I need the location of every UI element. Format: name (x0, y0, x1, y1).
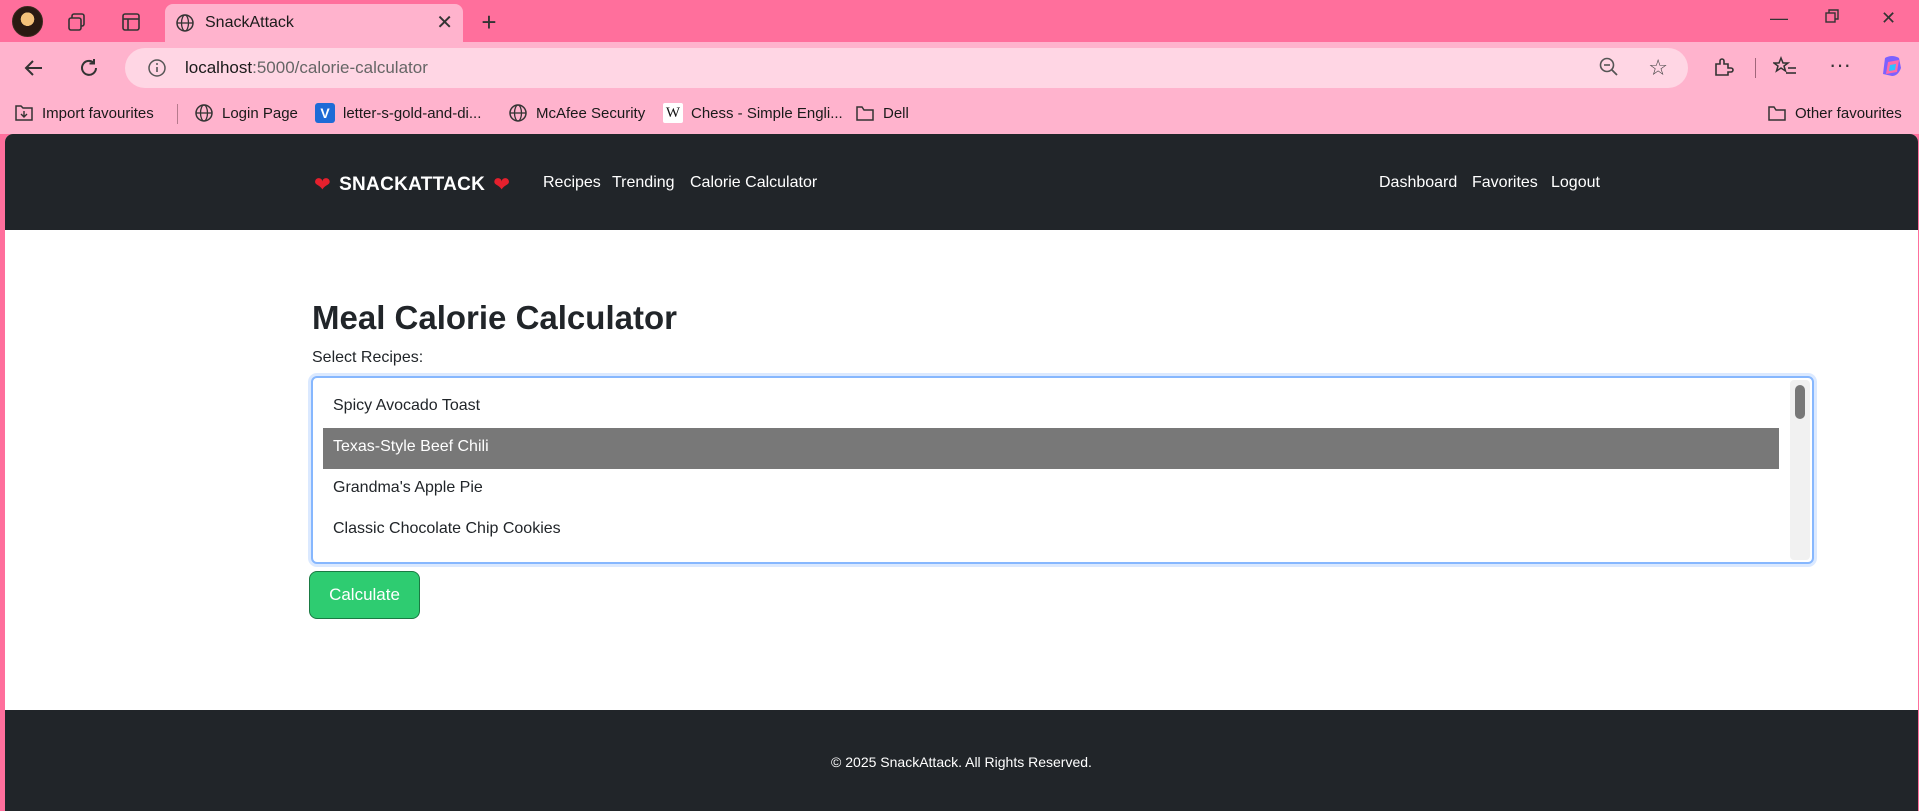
bookmark-other-favourites[interactable]: Other favourites (1767, 103, 1902, 123)
list-scrollbar[interactable] (1790, 380, 1810, 560)
web-page: ❤ SNACKATTACK ❤ Recipes Trending Calorie… (5, 134, 1918, 811)
minimize-icon[interactable]: — (1770, 8, 1788, 29)
url-host: localhost (185, 58, 253, 77)
nav-trending[interactable]: Trending (612, 174, 675, 192)
site-footer: © 2025 SnackAttack. All Rights Reserved. (5, 710, 1918, 811)
site-info-icon[interactable] (147, 58, 167, 83)
bookmark-login-page[interactable]: Login Page (194, 103, 298, 123)
heart-icon: ❤ (314, 174, 332, 196)
calculate-button[interactable]: Calculate (309, 571, 420, 619)
folder-icon (855, 103, 875, 123)
back-icon[interactable] (20, 54, 48, 82)
bookmark-label: Other favourites (1795, 104, 1902, 122)
brand-name: SNACKATTACK (339, 173, 486, 195)
favorites-list-icon[interactable] (1771, 55, 1797, 84)
recipe-option[interactable]: Classic Chocolate Chip Cookies (323, 510, 1779, 551)
browser-toolbar: localhost:5000/calorie-calculator ☆ ··· (0, 42, 1919, 94)
toolbar-divider (1755, 58, 1756, 78)
import-icon (14, 103, 34, 123)
select-recipes-label: Select Recipes: (312, 349, 424, 366)
globe-icon (508, 103, 528, 123)
site-navbar: ❤ SNACKATTACK ❤ Recipes Trending Calorie… (5, 134, 1918, 230)
bookmark-label: letter-s-gold-and-di... (343, 104, 482, 122)
collections-icon[interactable] (64, 9, 90, 35)
page-title: Meal Calorie Calculator (312, 299, 677, 336)
bookmark-dell[interactable]: Dell (855, 103, 909, 123)
recipe-option[interactable]: Spicy Avocado Toast (323, 387, 1779, 428)
globe-icon (175, 13, 195, 38)
bookmark-label: Dell (883, 104, 909, 122)
zoom-out-icon[interactable] (1598, 56, 1620, 83)
wikipedia-icon: W (663, 103, 683, 123)
recipe-option-selected[interactable]: Texas-Style Beef Chili (323, 428, 1779, 469)
new-tab-icon[interactable]: + (476, 7, 502, 37)
nav-logout[interactable]: Logout (1551, 174, 1600, 192)
globe-icon (194, 103, 214, 123)
brand-logo[interactable]: ❤ SNACKATTACK ❤ (314, 172, 510, 197)
bookmark-mcafee-security[interactable]: McAfee Security (508, 103, 645, 123)
nav-dashboard[interactable]: Dashboard (1379, 174, 1457, 192)
url-path: :5000/calorie-calculator (252, 58, 428, 77)
bookmark-separator (177, 104, 178, 124)
tab-title: SnackAttack (205, 14, 294, 31)
recipe-multiselect[interactable]: Spicy Avocado Toast Texas-Style Beef Chi… (311, 376, 1814, 564)
more-options-icon[interactable]: ··· (1829, 52, 1851, 78)
footer-copyright: © 2025 SnackAttack. All Rights Reserved. (831, 754, 1092, 770)
recipe-option[interactable]: Grandma's Apple Pie (323, 469, 1779, 510)
favorite-star-icon[interactable]: ☆ (1648, 55, 1668, 81)
vertical-tabs-icon[interactable] (118, 9, 144, 35)
address-bar[interactable]: localhost:5000/calorie-calculator ☆ (125, 48, 1688, 88)
bookmark-label: Chess - Simple Engli... (691, 104, 843, 122)
close-tab-icon[interactable]: ✕ (436, 10, 453, 35)
nav-favorites[interactable]: Favorites (1472, 174, 1538, 192)
bookmark-chess[interactable]: W Chess - Simple Engli... (663, 103, 843, 123)
active-tab[interactable]: SnackAttack ✕ (165, 4, 463, 42)
nav-recipes[interactable]: Recipes (543, 174, 601, 192)
browser-tab-bar: SnackAttack ✕ + — ✕ (0, 0, 1919, 42)
bookmark-import-favourites[interactable]: Import favourites (14, 103, 154, 123)
url-text: localhost:5000/calorie-calculator (185, 58, 428, 78)
heart-icon: ❤ (493, 174, 511, 196)
scrollbar-thumb[interactable] (1795, 385, 1805, 419)
close-window-icon[interactable]: ✕ (1881, 8, 1896, 29)
bookmark-letter-s[interactable]: V letter-s-gold-and-di... (315, 103, 481, 123)
folder-icon (1767, 103, 1787, 123)
refresh-icon[interactable] (75, 54, 103, 82)
nav-calorie-calculator[interactable]: Calorie Calculator (690, 174, 817, 192)
restore-icon[interactable] (1824, 8, 1840, 29)
copilot-icon[interactable] (1879, 54, 1905, 86)
extensions-icon[interactable] (1712, 56, 1734, 84)
bookmark-label: Import favourites (42, 104, 154, 122)
bookmarks-bar: Import favourites Login Page V letter-s-… (0, 94, 1919, 134)
profile-avatar[interactable] (12, 6, 43, 37)
bookmark-label: Login Page (222, 104, 298, 122)
bookmark-label: McAfee Security (536, 104, 646, 122)
v-logo-icon: V (315, 103, 335, 123)
